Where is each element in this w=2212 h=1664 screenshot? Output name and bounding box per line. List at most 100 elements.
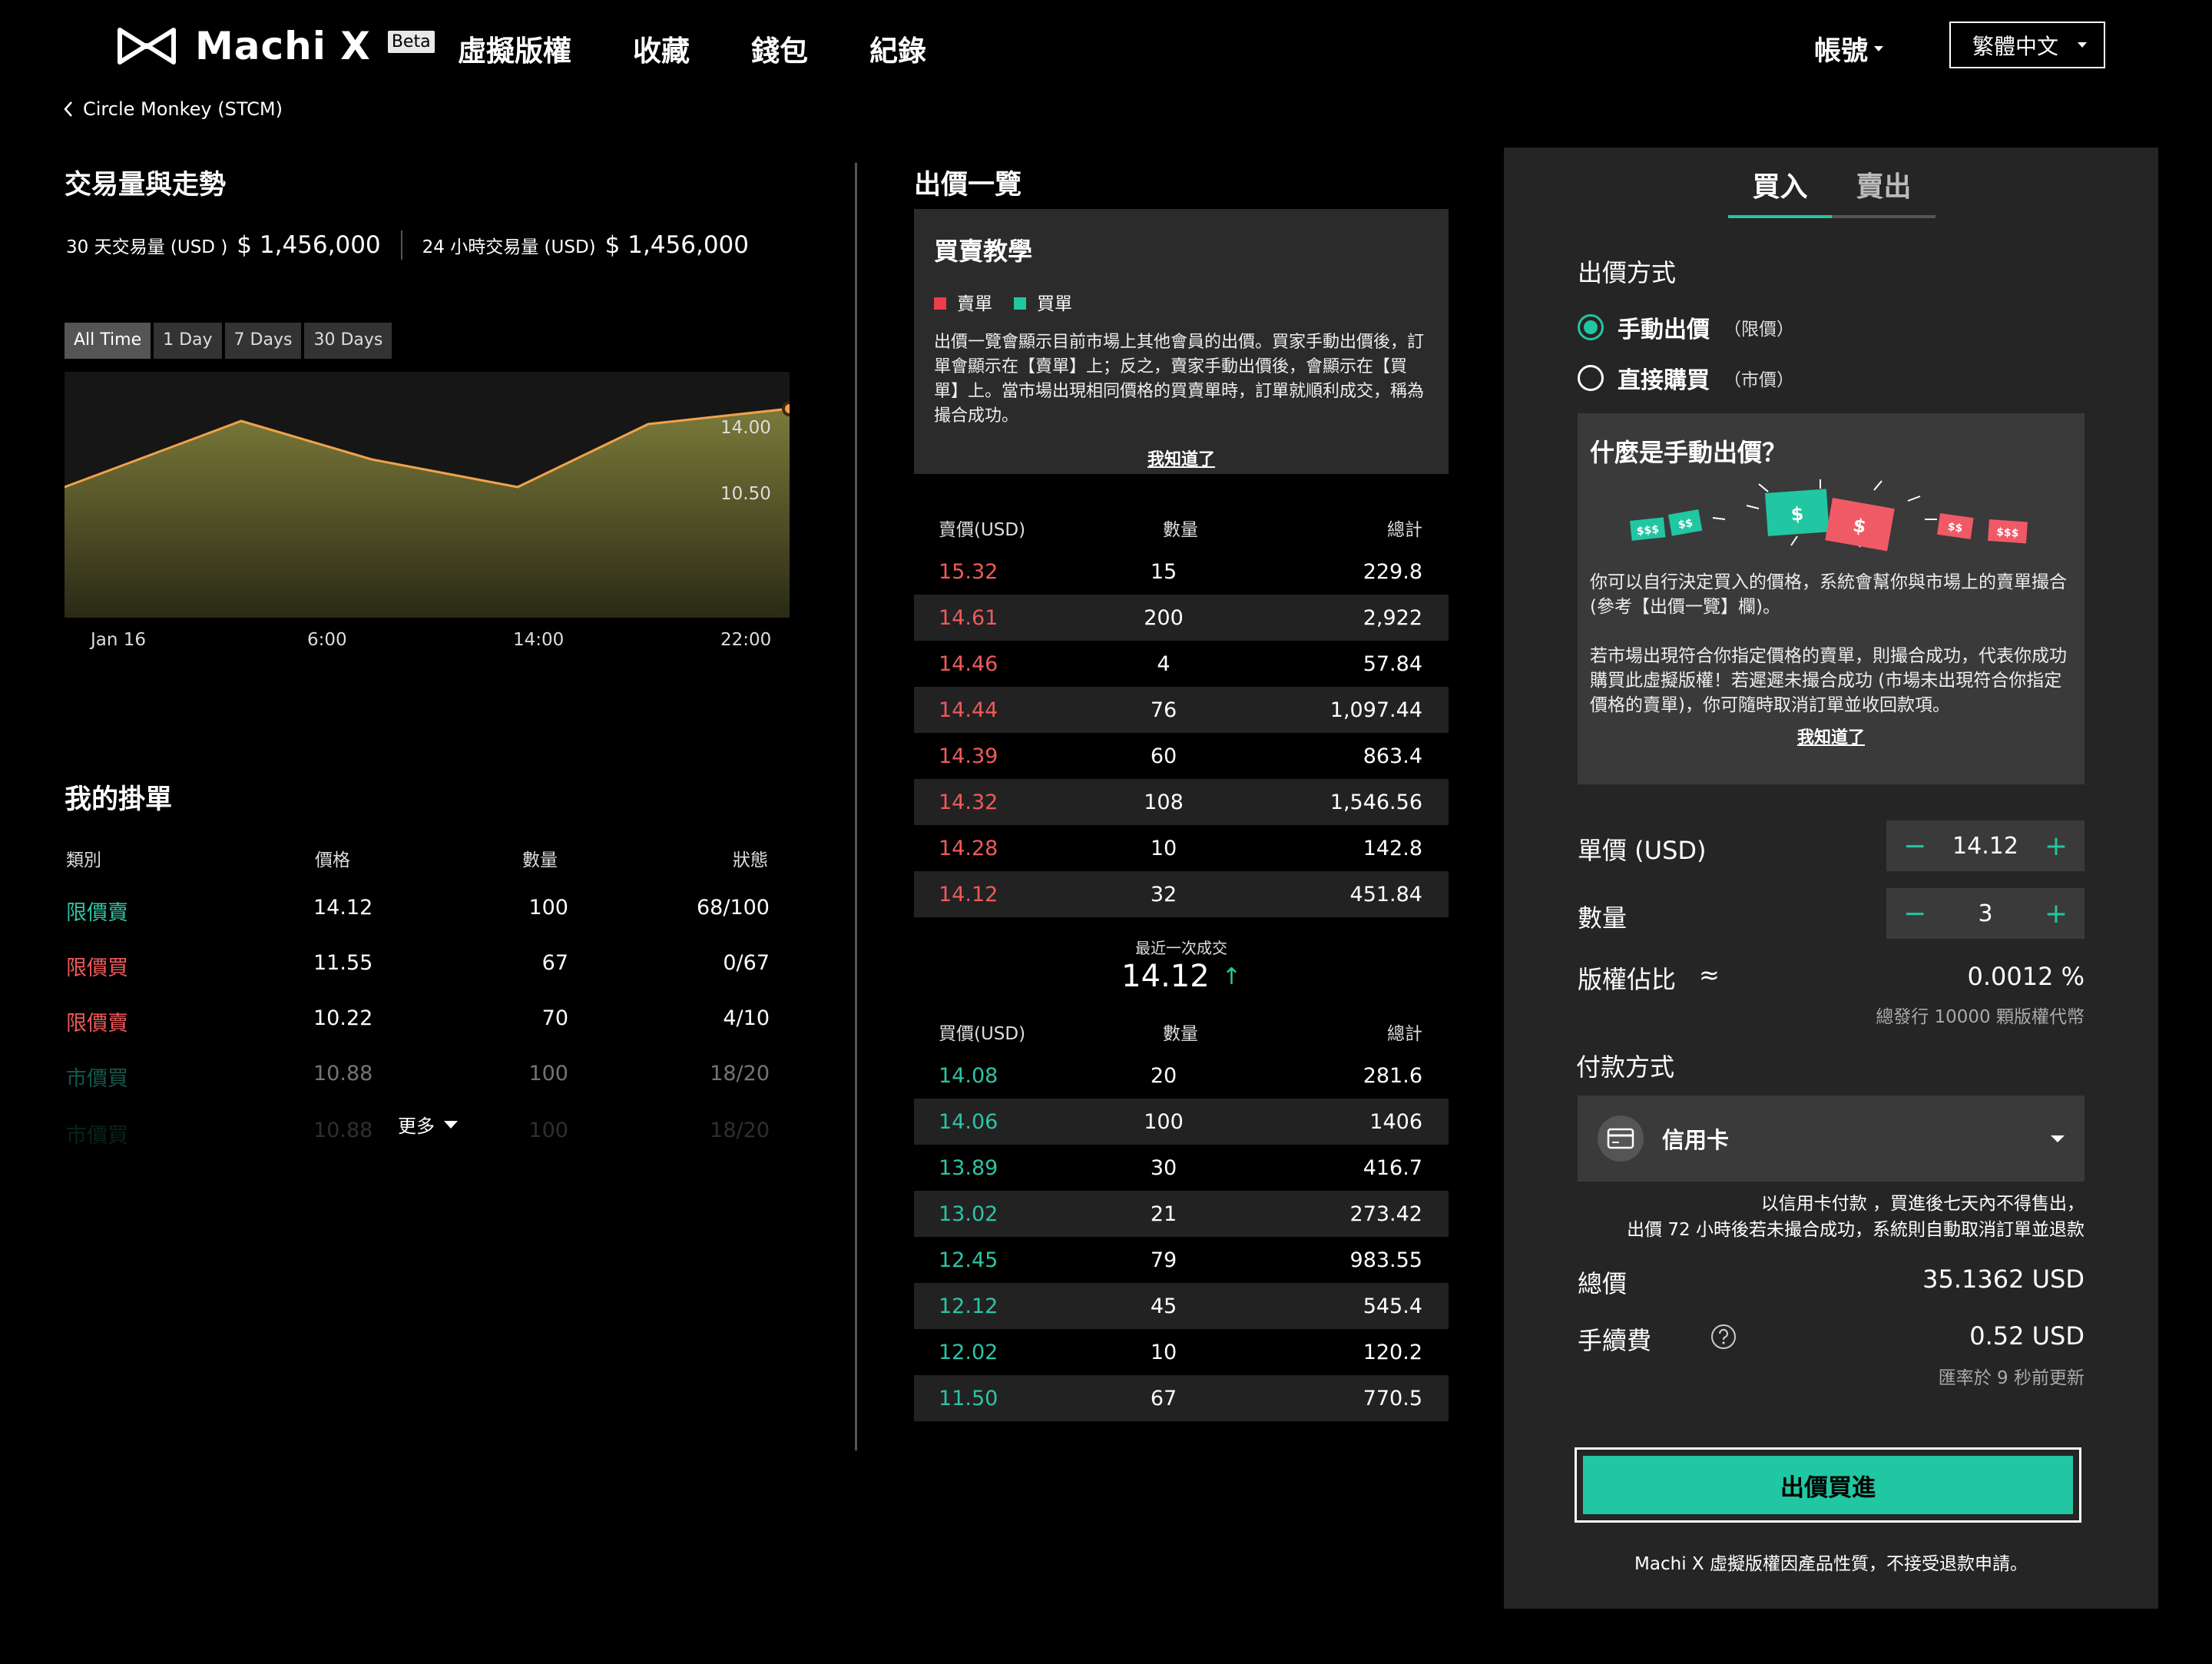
submit-bid-frame: 出價買進 — [1575, 1447, 2081, 1523]
order-qty: 100 — [528, 896, 568, 920]
back-link[interactable]: Circle Monkey (STCM) — [63, 98, 283, 120]
nav-records[interactable]: 紀錄 — [869, 28, 926, 69]
tag-text: $$ — [1947, 521, 1964, 535]
account-label: 帳號 — [1814, 36, 1869, 67]
total-label: 總價 — [1578, 1269, 1628, 1298]
book-qty: 108 — [1144, 790, 1184, 814]
payment-note-line-2: 出價 72 小時後若未撮合成功，系統則自動取消訂單並退款 — [1627, 1220, 2085, 1240]
chevron-left-icon — [64, 101, 72, 117]
volume-summary: 30 天交易量 (USD ) $ 1,456,000 24 小時交易量 (USD… — [66, 230, 749, 260]
direct-label: 直接購買 — [1618, 367, 1710, 394]
book-price: 14.61 — [939, 605, 998, 630]
sell-order-row[interactable]: 14.44 76 1,097.44 — [914, 687, 1449, 733]
sell-order-row[interactable]: 14.39 60 863.4 — [914, 733, 1449, 779]
sell-order-row[interactable]: 14.28 10 142.8 — [914, 825, 1449, 871]
tab-sell[interactable]: 賣出 — [1832, 161, 1936, 218]
buy-order-row[interactable]: 13.02 21 273.42 — [914, 1191, 1449, 1237]
buy-order-row[interactable]: 14.08 20 281.6 — [914, 1052, 1449, 1099]
col-price-header: 價格 — [315, 850, 350, 870]
buy-order-row[interactable]: 12.45 79 983.55 — [914, 1237, 1449, 1283]
help-question-icon[interactable] — [1710, 1323, 1737, 1351]
submit-bid-button[interactable]: 出價買進 — [1583, 1456, 2073, 1514]
plus-icon[interactable]: + — [2045, 898, 2068, 930]
tab-buy[interactable]: 買入 — [1728, 161, 1832, 218]
refund-note: Machi X 虛擬版權因產品性質，不接受退款申請。 — [1634, 1554, 2028, 1574]
book-qty: 21 — [1150, 1202, 1177, 1226]
buy-order-row[interactable]: 11.50 67 770.5 — [914, 1375, 1449, 1421]
col-status-header: 狀態 — [733, 850, 768, 870]
buy-order-row[interactable]: 12.02 10 120.2 — [914, 1329, 1449, 1375]
range-tab-30-days[interactable]: 30 Days — [304, 323, 392, 359]
minus-icon[interactable]: − — [1903, 830, 1926, 862]
help-paragraph-2: 若市場出現符合你指定價格的賣單，則撮合成功，代表你成功購買此虛擬版權！若遲遲未撮… — [1590, 646, 2067, 715]
range-tab-1-day[interactable]: 1 Day — [154, 323, 222, 359]
book-price: 14.08 — [939, 1063, 998, 1088]
quantity-label: 數量 — [1578, 903, 1628, 933]
language-select[interactable]: 繁體中文 — [1949, 22, 2105, 68]
account-menu[interactable]: 帳號 — [1814, 29, 1884, 68]
arrow-up-icon: ↑ — [1221, 963, 1241, 990]
share-row: 版權佔比 ≈ — [1578, 960, 1720, 996]
more-button[interactable]: 更多 — [398, 1111, 458, 1138]
radio-direct-buy[interactable]: 直接購買 （市價） — [1578, 361, 1794, 395]
payment-select[interactable]: 信用卡 — [1578, 1096, 2085, 1182]
unit-price-value[interactable]: 14.12 — [1952, 833, 2018, 860]
book-total: 142.8 — [1363, 836, 1422, 860]
nav-wallet[interactable]: 錢包 — [751, 28, 808, 69]
price-chart-svg — [64, 401, 797, 618]
payment-note-line-1: 以信用卡付款 ，買進後七天內不得售出， — [1760, 1194, 2085, 1214]
book-total: 229.8 — [1363, 559, 1422, 584]
sell-order-row[interactable]: 14.61 200 2,922 — [914, 595, 1449, 641]
x-tick-label: 14:00 — [513, 630, 565, 650]
order-status: 18/20 — [710, 1119, 770, 1142]
brand-logo[interactable]: Machi X Beta — [115, 23, 435, 69]
last-trade-label: 最近一次成交 — [1135, 939, 1227, 957]
sell-order-row[interactable]: 15.32 15 229.8 — [914, 549, 1449, 595]
my-orders-title: 我的掛單 — [65, 784, 173, 815]
sell-legend-label: 賣單 — [957, 294, 992, 314]
tutorial-ack-button[interactable]: 我知道了 — [934, 446, 1429, 470]
approx-icon: ≈ — [1699, 960, 1720, 989]
price-chart — [64, 372, 797, 618]
trend-title: 交易量與走勢 — [65, 170, 227, 201]
buy-order-row[interactable]: 14.06 100 1406 — [914, 1099, 1449, 1145]
last-trade-price: 14.12 — [1121, 959, 1210, 994]
help-ack-button[interactable]: 我知道了 — [1590, 724, 2072, 748]
sell-order-row[interactable]: 14.46 4 57.84 — [914, 641, 1449, 687]
chart-point — [782, 401, 797, 416]
vol30-label: 30 天交易量 (USD ) — [66, 237, 228, 257]
radio-checked-icon — [1578, 314, 1604, 340]
y-tick-label: 14.00 — [720, 418, 771, 438]
range-tab-all-time[interactable]: All Time — [65, 323, 151, 359]
buy-swatch — [1014, 297, 1026, 310]
sell-order-row[interactable]: 14.12 32 451.84 — [914, 871, 1449, 917]
nav-virtual-rights[interactable]: 虛擬版權 — [458, 28, 571, 69]
buy-order-row[interactable]: 12.12 45 545.4 — [914, 1283, 1449, 1329]
tag-text: $ — [1790, 503, 1805, 525]
sell-order-row[interactable]: 14.32 108 1,546.56 — [914, 779, 1449, 825]
minus-icon[interactable]: − — [1903, 898, 1926, 930]
sell-qty-header: 數量 — [1163, 520, 1198, 540]
book-price: 15.32 — [939, 559, 998, 584]
fee-label: 手續費 — [1578, 1326, 1652, 1355]
back-label: Circle Monkey (STCM) — [83, 98, 283, 120]
buy-order-row[interactable]: 13.89 30 416.7 — [914, 1145, 1449, 1191]
book-qty: 60 — [1150, 744, 1177, 768]
order-status: 18/20 — [710, 1062, 770, 1086]
nav-collection[interactable]: 收藏 — [633, 28, 690, 69]
buy-qty-header: 數量 — [1163, 1024, 1198, 1044]
order-qty: 100 — [528, 1119, 568, 1142]
quantity-value[interactable]: 3 — [1978, 900, 1992, 927]
tutorial-body: 出價一覽會顯示目前市場上其他會員的出價。買家手動出價後，訂單會顯示在【賣單】上；… — [934, 333, 1425, 426]
book-price: 13.02 — [939, 1202, 998, 1226]
book-total: 1,546.56 — [1330, 790, 1422, 814]
order-type: 市價買 — [66, 1124, 128, 1148]
range-tab-7-days[interactable]: 7 Days — [224, 323, 302, 359]
order-type: 市價買 — [66, 1067, 128, 1091]
plus-icon[interactable]: + — [2045, 830, 2068, 862]
book-total: 1,097.44 — [1330, 698, 1422, 722]
radio-manual-bid[interactable]: 手動出價 （限價） — [1578, 310, 1794, 344]
x-tick-label: 22:00 — [720, 630, 772, 650]
tag-text: $$ — [1677, 517, 1694, 532]
manual-label: 手動出價 — [1618, 317, 1710, 343]
